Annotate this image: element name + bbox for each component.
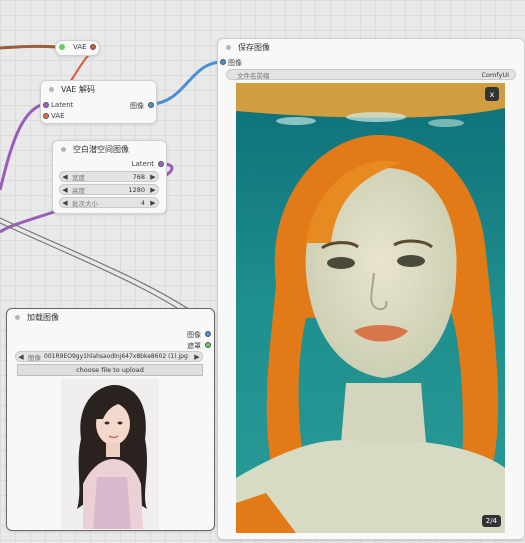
height-widget[interactable]: ◀ 高度 1280 ▶ — [59, 184, 159, 195]
underwater-portrait-image — [236, 83, 505, 533]
node-header[interactable]: 加载图像 — [7, 309, 214, 325]
next-arrow-icon[interactable]: ▶ — [192, 353, 202, 361]
increment-arrow-icon[interactable]: ▶ — [148, 173, 158, 181]
node-title: VAE 解码 — [61, 84, 96, 94]
image-select-widget[interactable]: ◀ 图像 001R9EO9gy1hlahsaodlnj647x8bke8602 … — [15, 351, 203, 362]
image-input-label: 图像 — [228, 59, 242, 67]
vae-loader-node[interactable]: VAE — [55, 40, 100, 56]
height-value: 1280 — [128, 185, 145, 194]
save-image-node[interactable]: 保存图像 图像 文件名前缀 ComfyUI x 2/4 — [217, 38, 525, 540]
decrement-arrow-icon[interactable]: ◀ — [60, 199, 70, 207]
previous-arrow-icon[interactable]: ◀ — [16, 353, 26, 361]
increment-arrow-icon[interactable]: ▶ — [148, 186, 158, 194]
latent-output-label: Latent — [131, 160, 154, 168]
output-preview-image[interactable]: x 2/4 — [236, 83, 505, 533]
filename-prefix-widget[interactable]: 文件名前缀 ComfyUI — [226, 69, 516, 80]
width-name: 宽度 — [72, 173, 85, 182]
batch-size-widget[interactable]: ◀ 批次大小 4 ▶ — [59, 197, 159, 208]
batch-size-name: 批次大小 — [72, 199, 98, 208]
collapse-dot-icon[interactable] — [49, 86, 54, 92]
loaded-image-preview — [61, 379, 159, 529]
image-output-label: 图像 — [187, 331, 201, 339]
close-preview-button[interactable]: x — [485, 87, 499, 101]
choose-file-label: choose file to upload — [76, 366, 144, 374]
image-output-port[interactable] — [148, 102, 154, 108]
latent-input-port[interactable] — [43, 102, 49, 108]
filename-prefix-name: 文件名前缀 — [237, 71, 270, 80]
collapse-dot-icon[interactable] — [61, 146, 66, 152]
vae-wire — [0, 44, 59, 50]
close-icon: x — [489, 89, 495, 99]
choose-file-button[interactable]: choose file to upload — [17, 364, 203, 376]
node-title: 保存图像 — [238, 42, 270, 52]
vae-input-label: VAE — [51, 112, 65, 120]
vae-label: VAE — [73, 43, 87, 51]
collapse-dot-icon[interactable] — [226, 44, 231, 50]
mask-output-port[interactable] — [205, 342, 211, 348]
increment-arrow-icon[interactable]: ▶ — [148, 199, 158, 207]
node-header[interactable]: 空白潜空间图像 — [53, 141, 166, 157]
image-select-value: 001R9EO9gy1hlahsaodlnj647x8bke8602 (1).j… — [44, 353, 188, 360]
portrait-photo-image — [61, 379, 159, 529]
node-header[interactable]: VAE 解码 — [41, 81, 156, 97]
latent-input-label: Latent — [51, 101, 74, 109]
vae-decode-node[interactable]: VAE 解码 Latent VAE 图像 — [40, 80, 157, 124]
node-header[interactable]: 保存图像 — [218, 39, 524, 55]
mask-output-label: 遮罩 — [187, 342, 201, 350]
latent-wire — [0, 102, 45, 191]
node-title: 加载图像 — [27, 312, 59, 322]
image-input-port[interactable] — [220, 59, 226, 65]
width-value: 768 — [132, 172, 145, 181]
height-name: 高度 — [72, 186, 85, 195]
image-select-name: 图像 — [28, 353, 41, 362]
batch-size-value: 4 — [140, 198, 145, 207]
decrement-arrow-icon[interactable]: ◀ — [60, 186, 70, 194]
filename-prefix-value: ComfyUI — [481, 70, 509, 79]
collapse-dot-icon[interactable] — [15, 314, 20, 320]
latent-output-port[interactable] — [158, 161, 164, 167]
image-counter: 2/4 — [485, 517, 497, 525]
image-counter-badge: 2/4 — [481, 515, 501, 527]
image-wire — [149, 60, 223, 106]
node-title: 空白潜空间图像 — [73, 144, 129, 154]
empty-latent-node[interactable]: 空白潜空间图像 Latent ◀ 宽度 768 ▶ ◀ 高度 1280 ▶ ◀ … — [52, 140, 167, 214]
decrement-arrow-icon[interactable]: ◀ — [60, 173, 70, 181]
image-output-port[interactable] — [205, 331, 211, 337]
vae-input-port[interactable] — [59, 44, 65, 50]
vae-input-port-2[interactable] — [43, 113, 49, 119]
image-output-label: 图像 — [130, 102, 144, 110]
load-image-node[interactable]: 加载图像 图像 遮罩 ◀ 图像 001R9EO9gy1hlahsaodlnj64… — [6, 308, 215, 531]
width-widget[interactable]: ◀ 宽度 768 ▶ — [59, 171, 159, 182]
vae-output-port[interactable] — [90, 44, 96, 50]
